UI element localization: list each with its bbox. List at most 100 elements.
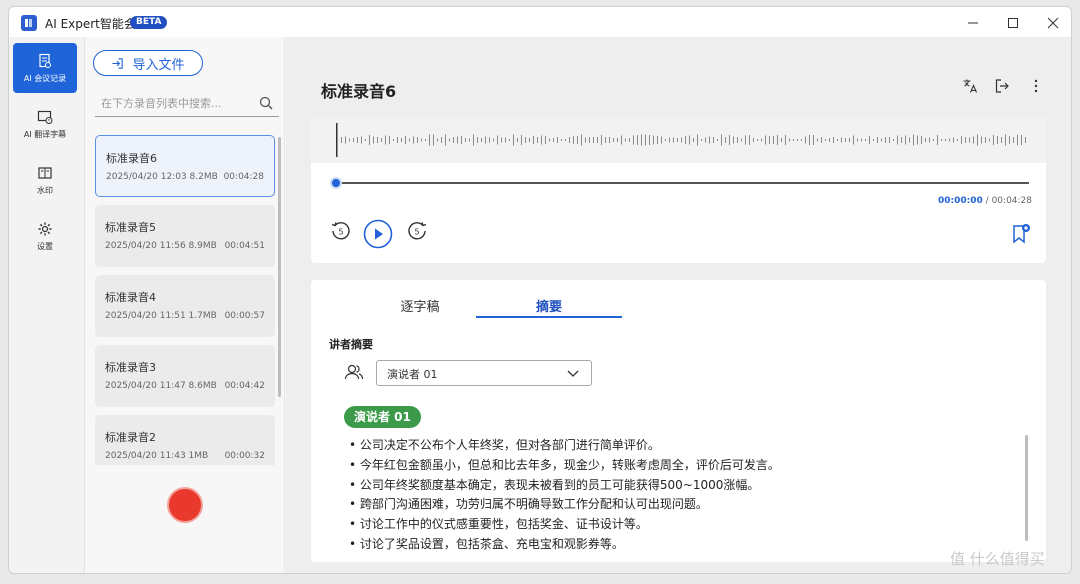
progress-thumb[interactable] — [330, 177, 342, 189]
main-content: 标准录音6 00:00:00 / 00:04:28 5 5 逐字稿 摘要 讲者摘… — [286, 37, 1071, 573]
recording-meta: 2025/04/20 11:47 8.6MB 00:04:42 — [105, 381, 265, 391]
tab-summary[interactable]: 摘要 — [476, 296, 622, 318]
tab-transcript[interactable]: 逐字稿 — [347, 296, 493, 318]
waveform-bar — [897, 135, 898, 145]
waveform-bar — [749, 135, 750, 145]
waveform-bar — [969, 137, 970, 143]
waveform-bar — [921, 136, 922, 144]
waveform-bar — [857, 138, 858, 142]
waveform-bar — [661, 136, 662, 144]
waveform-bar — [933, 139, 934, 141]
waveform-bar — [865, 139, 866, 141]
list-scrollbar[interactable] — [278, 137, 281, 397]
record-button[interactable] — [167, 487, 203, 523]
waveform-bar — [545, 136, 546, 144]
nav-item-meeting-record[interactable]: AI 会议记录 — [13, 43, 77, 93]
translate-button[interactable] — [962, 78, 980, 96]
nav-item-settings[interactable]: 设置 — [13, 211, 77, 261]
waveform-bar — [421, 138, 422, 142]
waveform-bar — [841, 137, 842, 143]
waveform-bar — [877, 137, 878, 143]
time-separator: / — [985, 196, 989, 206]
waveform-bar — [577, 136, 578, 144]
waveform-bar — [633, 135, 634, 145]
current-time: 00:00:00 — [938, 196, 983, 206]
summary-item: 公司决定不公布个人年终奖，但对各部门进行简单评价。 — [349, 436, 1029, 456]
minimize-button[interactable] — [953, 9, 993, 37]
search-icon[interactable] — [259, 96, 273, 110]
close-button[interactable] — [1033, 9, 1071, 37]
waveform-bar — [521, 135, 522, 145]
document-icon — [39, 53, 51, 68]
recording-item[interactable]: 标准录音4 2025/04/20 11:51 1.7MB 00:00:57 — [95, 275, 275, 337]
gear-icon — [38, 222, 52, 235]
section-label: 讲者摘要 — [329, 338, 373, 351]
audio-player-card: 00:00:00 / 00:04:28 5 5 — [311, 117, 1046, 263]
speaker-select[interactable]: 演说者 01 — [376, 360, 592, 386]
app-window: AI Expert智能会议 BETA AI 会议记录 AI 翻译字幕 水印 设置 — [8, 6, 1072, 574]
play-button[interactable] — [363, 219, 393, 249]
waveform-bar — [485, 136, 486, 144]
content-card: 逐字稿 摘要 讲者摘要 演说者 01 演说者 01 公司决定不公布个人年终奖，但… — [311, 280, 1046, 562]
forward-5-button[interactable]: 5 — [405, 219, 429, 243]
waveform-bar — [1013, 137, 1014, 143]
waveform-bar — [945, 139, 946, 141]
waveform-bar — [913, 134, 914, 146]
search-input[interactable]: 在下方录音列表中搜索... — [95, 91, 279, 117]
waveform-bar — [393, 139, 394, 141]
maximize-button[interactable] — [993, 9, 1033, 37]
recording-item[interactable]: 标准录音6 2025/04/20 12:03 8.2MB 00:04:28 — [95, 135, 275, 197]
waveform-bar — [565, 139, 566, 141]
recording-date-size: 2025/04/20 11:43 1MB — [105, 451, 208, 461]
waveform-bar — [717, 139, 718, 141]
recording-date: 2025/04/20 11:43 — [105, 451, 186, 461]
recording-meta: 2025/04/20 11:51 1.7MB 00:00:57 — [105, 311, 265, 321]
waveform-bar — [849, 138, 850, 142]
page-title: 标准录音6 — [321, 82, 397, 101]
waveform-bar — [793, 139, 794, 141]
play-icon — [363, 219, 393, 249]
waveform-bar — [569, 137, 570, 143]
forward-5-icon: 5 — [408, 222, 427, 240]
summary-item: 讨论了奖品设置，包括茶盒、充电宝和观影券等。 — [349, 535, 1029, 555]
waveform-bar — [533, 136, 534, 144]
recording-duration: 00:00:57 — [224, 311, 265, 321]
recording-item[interactable]: 标准录音5 2025/04/20 11:56 8.9MB 00:04:51 — [95, 205, 275, 267]
waveform-bar — [357, 137, 358, 143]
recording-date-size: 2025/04/20 11:56 8.9MB — [105, 241, 217, 251]
nav-item-translate-subtitle[interactable]: AI 翻译字幕 — [13, 99, 77, 149]
export-button[interactable] — [994, 78, 1012, 96]
content-scrollbar[interactable] — [1025, 435, 1028, 541]
nav-item-watermark[interactable]: 水印 — [13, 155, 77, 205]
recording-item[interactable]: 标准录音2 2025/04/20 11:43 1MB 00:00:32 — [95, 415, 275, 465]
summary-item: 今年红包金额虽小，但总和比去年多，现金少，转账考虑周全，评价后可发言。 — [349, 456, 1029, 476]
waveform-bar — [813, 135, 814, 145]
waveform-bar — [397, 137, 398, 143]
waveform-bar — [625, 138, 626, 142]
waveform-bar — [449, 138, 450, 142]
recording-list-panel: 导入文件 在下方录音列表中搜索... 标准录音6 2025/04/20 12:0… — [85, 37, 285, 573]
waveform-bar — [997, 136, 998, 144]
waveform-bar — [1025, 137, 1026, 143]
import-file-button[interactable]: 导入文件 — [93, 50, 203, 76]
waveform-bar — [677, 138, 678, 142]
waveform-bar — [473, 134, 474, 146]
more-options-button[interactable] — [1028, 78, 1046, 96]
svg-text:5: 5 — [338, 228, 343, 237]
book-icon — [38, 166, 52, 179]
waveform-bar — [505, 137, 506, 143]
recording-item[interactable]: 标准录音3 2025/04/20 11:47 8.6MB 00:04:42 — [95, 345, 275, 407]
waveform-bar — [909, 137, 910, 143]
add-bookmark-button[interactable] — [1010, 223, 1032, 245]
waveform-bar — [765, 135, 766, 145]
waveform-bar — [581, 134, 582, 146]
rewind-5-button[interactable]: 5 — [329, 219, 353, 243]
waveform-bar — [825, 139, 826, 141]
recording-date: 2025/04/20 11:51 — [105, 311, 186, 321]
waveform-bar — [873, 139, 874, 141]
waveform[interactable] — [311, 117, 1046, 163]
waveform-bar — [377, 137, 378, 143]
progress-track[interactable] — [336, 182, 1029, 184]
waveform-bar — [785, 135, 786, 145]
waveform-bar — [465, 138, 466, 142]
